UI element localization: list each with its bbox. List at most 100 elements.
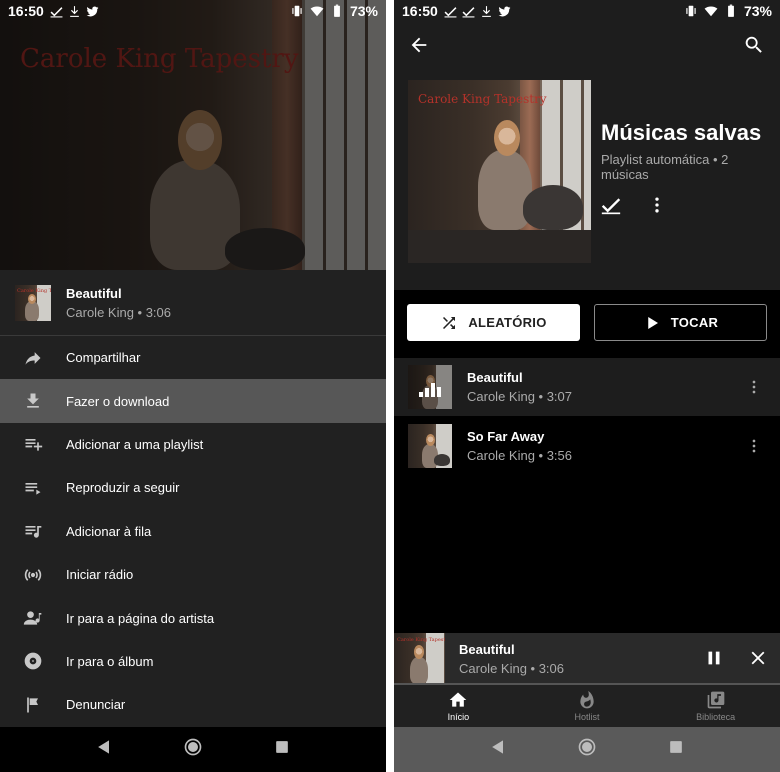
library-icon bbox=[707, 691, 725, 709]
battery-icon bbox=[334, 4, 340, 17]
more-vert-icon bbox=[752, 439, 756, 453]
song-options-sheet: Carole King Tapestry Beautiful Carole Ki… bbox=[0, 270, 386, 727]
menu-item-label: Ir para a página do artista bbox=[66, 610, 215, 626]
menu-item-add-to-playlist[interactable]: Adicionar a uma playlist bbox=[0, 423, 386, 466]
more-vert-icon bbox=[752, 380, 756, 394]
sheet-song-header: Carole King Tapestry Beautiful Carole Ki… bbox=[0, 270, 386, 336]
album-icon bbox=[22, 650, 44, 672]
home-nav-button[interactable] bbox=[577, 737, 597, 762]
recents-square-icon bbox=[275, 741, 288, 753]
back-triangle-icon bbox=[98, 740, 110, 754]
queue-music-icon bbox=[22, 520, 44, 542]
sheet-song-title: Beautiful bbox=[66, 285, 122, 301]
playlist-subtitle: Playlist automática • 2 músicas bbox=[601, 152, 729, 182]
system-nav-bar bbox=[0, 727, 386, 772]
recents-nav-button[interactable] bbox=[666, 737, 686, 762]
track-thumbnail bbox=[408, 365, 452, 409]
wifi-icon bbox=[310, 6, 324, 17]
menu-item-go-to-artist[interactable]: Ir para a página do artista bbox=[0, 596, 386, 639]
back-nav-button[interactable] bbox=[94, 737, 114, 762]
downloaded-button[interactable] bbox=[601, 195, 621, 220]
menu-item-download[interactable]: Fazer o download bbox=[0, 379, 386, 423]
menu-item-label: Compartilhar bbox=[66, 350, 141, 366]
download-notification-icon bbox=[69, 5, 79, 17]
mini-player[interactable]: Carole King Tapestry Beautiful Carole Ki… bbox=[394, 633, 780, 684]
menu-item-label: Adicionar a uma playlist bbox=[66, 436, 204, 452]
play-icon bbox=[648, 316, 658, 329]
vibrate-icon bbox=[686, 5, 696, 17]
track-title: So Far Away bbox=[467, 429, 545, 444]
battery-level: 73% bbox=[743, 3, 772, 19]
check-download-icon bbox=[601, 198, 621, 215]
download-icon bbox=[22, 390, 44, 412]
track-subtitle: Carole King • 3:07 bbox=[467, 389, 573, 404]
song-thumbnail: Carole King Tapestry bbox=[15, 284, 51, 321]
system-nav-bar bbox=[394, 727, 780, 772]
cover-art-title: Carole King Tapestry bbox=[418, 92, 547, 106]
recents-nav-button[interactable] bbox=[272, 737, 292, 762]
mini-player-subtitle: Carole King • 3:06 bbox=[459, 660, 565, 676]
pause-icon bbox=[708, 651, 720, 665]
home-nav-button[interactable] bbox=[183, 737, 203, 762]
home-circle-icon bbox=[184, 738, 202, 756]
menu-item-label: Fazer o download bbox=[66, 393, 170, 409]
album-art-background: Carole King Tapestry bbox=[0, 0, 386, 270]
close-button[interactable] bbox=[747, 647, 769, 669]
menu-item-play-next[interactable]: Reproduzir a seguir bbox=[0, 466, 386, 509]
share-icon bbox=[22, 347, 44, 369]
pause-button[interactable] bbox=[703, 647, 725, 669]
track-more-button[interactable] bbox=[744, 436, 764, 456]
menu-item-label: Iniciar rádio bbox=[66, 567, 134, 583]
status-time: 16:50 bbox=[8, 3, 44, 19]
menu-item-share[interactable]: Compartilhar bbox=[0, 336, 386, 379]
track-subtitle: Carole King • 3:56 bbox=[467, 448, 573, 463]
more-options-button[interactable] bbox=[647, 195, 667, 220]
shuffle-icon bbox=[443, 316, 456, 329]
track-more-button[interactable] bbox=[744, 377, 764, 397]
status-bar: 16:50 73% bbox=[394, 0, 780, 22]
menu-item-label: Denunciar bbox=[66, 697, 126, 713]
track-row[interactable]: So Far Away Carole King • 3:56 bbox=[394, 417, 780, 475]
vibrate-icon bbox=[292, 5, 302, 17]
close-icon bbox=[751, 651, 765, 665]
back-button[interactable] bbox=[406, 32, 432, 58]
nav-tab-label: Biblioteca bbox=[696, 712, 736, 722]
mini-player-thumbnail: Carole King Tapestry bbox=[394, 633, 445, 684]
menu-item-start-radio[interactable]: Iniciar rádio bbox=[0, 553, 386, 596]
check-notification-icon bbox=[462, 6, 475, 17]
radio-icon bbox=[22, 564, 44, 586]
menu-item-label: Adicionar à fila bbox=[66, 523, 152, 539]
back-triangle-icon bbox=[492, 740, 504, 754]
status-time: 16:50 bbox=[402, 3, 438, 19]
nav-tab-home[interactable]: Início bbox=[394, 685, 523, 727]
twitter-icon bbox=[498, 6, 511, 16]
album-art-title: Carole King Tapestry bbox=[20, 44, 299, 74]
playlist-add-icon bbox=[22, 433, 44, 455]
mini-player-title: Beautiful bbox=[459, 641, 515, 657]
nav-tab-hotlist[interactable]: Hotlist bbox=[523, 685, 652, 727]
check-notification-icon bbox=[444, 6, 457, 17]
track-title: Beautiful bbox=[467, 370, 523, 385]
menu-item-go-to-album[interactable]: Ir para o álbum bbox=[0, 640, 386, 683]
search-icon bbox=[745, 36, 762, 53]
arrow-back-icon bbox=[411, 37, 427, 53]
back-nav-button[interactable] bbox=[488, 737, 508, 762]
battery-level: 73% bbox=[349, 3, 378, 19]
status-bar: 16:50 73% bbox=[0, 0, 386, 22]
search-button[interactable] bbox=[741, 32, 767, 58]
home-circle-icon bbox=[578, 738, 596, 756]
check-notification-icon bbox=[50, 6, 63, 17]
now-playing-equalizer-icon bbox=[408, 365, 452, 409]
nav-tab-library[interactable]: Biblioteca bbox=[651, 685, 780, 727]
recents-square-icon bbox=[669, 741, 682, 753]
track-row[interactable]: Beautiful Carole King • 3:07 bbox=[394, 358, 780, 416]
playlist-title: Músicas salvas bbox=[601, 120, 762, 145]
shuffle-button[interactable]: ALEATÓRIO bbox=[407, 304, 580, 341]
home-icon bbox=[449, 692, 467, 707]
wifi-icon bbox=[704, 6, 718, 17]
nav-tab-label: Hotlist bbox=[574, 712, 600, 722]
play-button[interactable]: TOCAR bbox=[594, 304, 767, 341]
download-notification-icon bbox=[481, 5, 491, 17]
menu-item-report[interactable]: Denunciar bbox=[0, 683, 386, 726]
menu-item-add-to-queue[interactable]: Adicionar à fila bbox=[0, 510, 386, 553]
